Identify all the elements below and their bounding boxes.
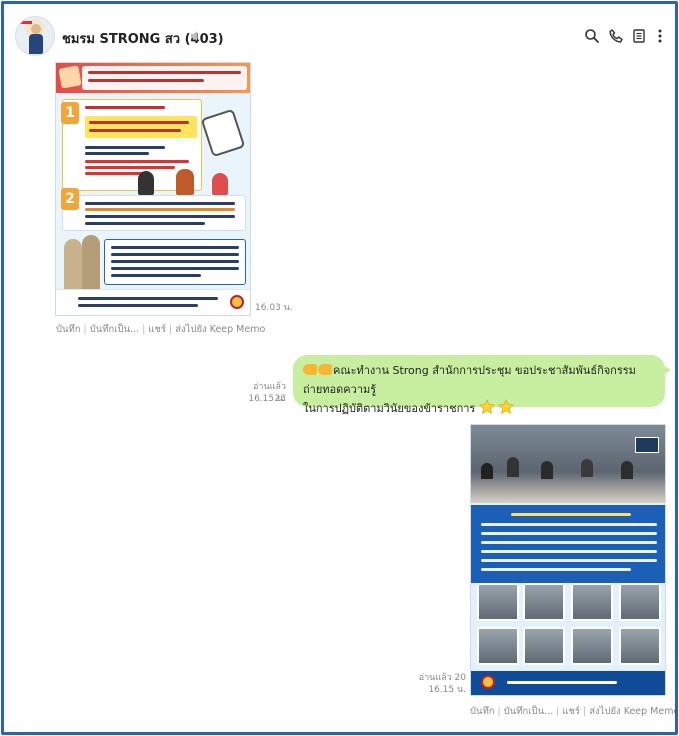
keep-memo-action[interactable]: ส่งไปยัง Keep Memo (589, 706, 675, 717)
chat-window: ชมรม STRONG สว (403) 1 2 16.03 น. บันทึก… (1, 1, 678, 735)
phone-icon[interactable] (608, 28, 624, 44)
message-read-status: อ่านแล้ว 20 (418, 673, 466, 683)
message-text: ในการปฏิบัติตามวินัยของข้าราชการ (303, 402, 476, 415)
message-time: 16.03 น. (255, 303, 293, 313)
message-time: 16.15 น. (428, 685, 466, 695)
save-as-action[interactable]: บันทึกเป็น... (504, 706, 553, 717)
message-image-poster[interactable]: 1 2 (55, 62, 251, 316)
star-icon (478, 399, 495, 414)
share-action[interactable]: แชร์ (562, 706, 580, 717)
star-icon (498, 399, 515, 414)
group-avatar[interactable] (15, 16, 55, 56)
message-text: คณะทำงาน Strong สำนักการประชุม ขอประชาสั… (303, 364, 636, 396)
pointing-hand-icon (303, 364, 317, 375)
notes-icon[interactable] (631, 28, 647, 44)
save-action[interactable]: บันทึก (56, 324, 81, 335)
message-image-activity[interactable] (470, 424, 666, 696)
message-actions: บันทึก | บันทึกเป็น... | แชร์ | ส่งไปยัง Keep … (470, 706, 678, 717)
message-time: 16.15 น. (248, 394, 286, 404)
save-as-action[interactable]: บันทึกเป็น... (90, 324, 139, 335)
chat-header: ชมรม STRONG สว (403) (4, 4, 675, 66)
message-actions: บันทึก | บันทึกเป็น... | แชร์ | ส่งไปยัง Keep … (56, 324, 266, 335)
save-action[interactable]: บันทึก (470, 706, 495, 717)
keep-memo-action[interactable]: ส่งไปยัง Keep Memo (175, 324, 265, 335)
message-bubble[interactable]: คณะทำงาน Strong สำนักการประชุม ขอประชาสั… (293, 355, 671, 415)
search-icon[interactable] (584, 28, 600, 44)
speaker-muted-icon (191, 31, 197, 41)
meeting-photo (471, 425, 665, 503)
share-action[interactable]: แชร์ (148, 324, 166, 335)
pointing-hand-icon (318, 364, 332, 375)
more-icon[interactable] (652, 28, 668, 44)
